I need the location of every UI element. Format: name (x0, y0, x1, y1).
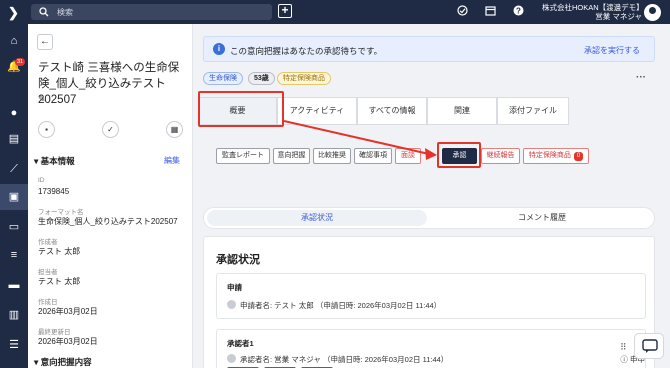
field-label: 作成者 (38, 239, 58, 246)
field-label: 作成日 (38, 299, 58, 306)
caret-down-icon: ▾ (34, 357, 41, 367)
approval-card: 承認状況 申請 申請者名: テスト 太郎 （申請日時: 2026年03月02日 … (203, 236, 655, 368)
home-icon[interactable]: ⌂ (0, 28, 28, 54)
company-name: 株式会社HOKAN【渡邊デモ】 (542, 3, 644, 12)
calendar-icon: ▦ (170, 125, 179, 134)
book-icon[interactable]: ▥ (0, 302, 28, 328)
chart-icon[interactable]: ⟋ (0, 156, 28, 182)
schedule-button[interactable]: ▦ (166, 121, 183, 138)
notification-badge: 31 (15, 58, 26, 66)
comment-icon: ▪ (45, 125, 48, 134)
svg-text:?: ? (516, 6, 521, 15)
approver-title: 承認者1 (227, 339, 254, 348)
complete-button[interactable]: ✓ (102, 121, 119, 138)
subtab-approval-status[interactable]: 承認状況 (207, 210, 427, 226)
person-icon (227, 354, 236, 363)
logo-icon[interactable]: ❯ (8, 5, 19, 21)
field-label: 担当者 (38, 269, 58, 276)
field-value: 2026年03月02日 (38, 307, 98, 316)
chat-button[interactable] (634, 333, 664, 359)
back-button[interactable]: ← (37, 34, 53, 50)
add-button[interactable]: + (278, 4, 292, 18)
comment-button[interactable]: ▪ (38, 121, 55, 138)
approver-block: 承認者1 承認者名: 営業 マネジャ （申請日時: 2026年03月02日 11… (216, 329, 646, 368)
section-intent[interactable]: ▾ 意向把握内容 (34, 356, 92, 368)
field-value: テスト 太郎 (38, 247, 81, 256)
search-icon (39, 7, 49, 17)
info-icon: ⓘ (620, 355, 630, 364)
check-icon: ✓ (107, 125, 114, 134)
subtab-comment-history[interactable]: コメント履歴 (432, 210, 652, 226)
field-value: 生命保険_個人_絞り込みテスト202507 (38, 217, 178, 226)
field-label: 最終更新日 (38, 329, 71, 336)
request-title: 申請 (227, 283, 242, 292)
account-info[interactable]: 株式会社HOKAN【渡邊デモ】 営業 マネジャ (542, 3, 644, 21)
requester-line: 申請者名: テスト 太郎 （申請日時: 2026年03月02日 11:44） (227, 300, 441, 311)
field-label: ID (38, 177, 45, 184)
folder-icon[interactable]: ▬ (0, 272, 28, 298)
bell-icon[interactable]: 🔔 31 (0, 54, 28, 80)
grid-dots-icon[interactable]: ⠿ (620, 342, 627, 353)
search-placeholder: 検索 (57, 8, 73, 17)
chat-icon (642, 339, 658, 353)
field-value: 1739845 (38, 187, 70, 196)
user-icon[interactable]: ● (0, 100, 28, 126)
left-rail: ⌂ 🔔 31 ● ▤ ⟋ ▣ ▭ ≡ ▬ ▥ ☰ (0, 24, 28, 368)
section-basic-info[interactable]: ▾ 基本情報 (34, 155, 75, 167)
main-content: i この意向把握はあなたの承認待ちです。 承認を実行する 生命保険 53歳 特定… (193, 24, 670, 368)
contact-card-icon[interactable]: ▣ (0, 184, 28, 210)
edit-link[interactable]: 編集 (164, 155, 180, 166)
person-icon (227, 300, 236, 309)
approver-line: 承認者名: 営業 マネジャ （申請日時: 2026年03月02日 11:44） (227, 354, 448, 365)
list-check-icon[interactable]: ☰ (0, 332, 28, 358)
document-icon[interactable]: ▤ (0, 126, 28, 152)
calendar-icon[interactable] (485, 5, 496, 19)
checklist-icon[interactable]: ≡ (0, 242, 28, 268)
caret-down-icon: ▾ (34, 156, 41, 166)
arrow-annotation-icon (283, 120, 437, 160)
status-subtabs: 承認状況 コメント履歴 (203, 207, 655, 229)
approval-title: 承認状況 (216, 254, 260, 266)
field-value: 2026年03月02日 (38, 337, 98, 346)
field-label: フォーマット名 (38, 209, 84, 216)
field-value: テスト 太郎 (38, 277, 81, 286)
help-icon[interactable]: ? (513, 5, 524, 19)
top-bar: ❯ 検索 + ? 株式会社HOKAN【渡邊デモ】 営業 マネジャ (0, 0, 670, 24)
message-icon[interactable]: ▭ (0, 214, 28, 240)
pencil-icon[interactable]: ✎ (38, 94, 46, 105)
request-block: 申請 申請者名: テスト 太郎 （申請日時: 2026年03月02日 11:44… (216, 273, 646, 319)
search-input[interactable]: 検索 (31, 4, 272, 20)
arrow-left-icon: ← (40, 36, 50, 47)
detail-panel: ← テスト崎 三喜様への生命保険_個人_絞り込みテスト202507 ✎ ▪ ✓ … (28, 24, 193, 368)
user-name: 営業 マネジャ (595, 12, 642, 21)
page-title: テスト崎 三喜様への生命保険_個人_絞り込みテスト202507 (38, 62, 180, 106)
avatar[interactable] (644, 4, 661, 21)
check-circle-icon[interactable] (457, 5, 468, 19)
